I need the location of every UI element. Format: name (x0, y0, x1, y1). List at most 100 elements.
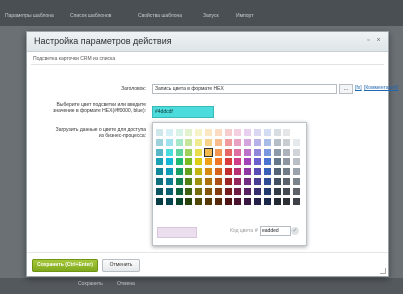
color-swatch[interactable] (156, 138, 163, 146)
color-swatch[interactable] (293, 158, 301, 166)
bg-tab-run[interactable]: Запуск (203, 13, 219, 19)
color-swatch[interactable] (165, 129, 173, 136)
color-swatch[interactable] (165, 187, 173, 195)
maximize-icon[interactable]: ▫ (365, 37, 372, 44)
hex-code-input[interactable]: eadded (260, 226, 291, 236)
color-swatch[interactable] (195, 187, 203, 195)
color-swatch[interactable] (273, 178, 281, 185)
color-swatch[interactable] (234, 129, 242, 136)
color-swatch[interactable] (156, 178, 163, 185)
color-swatch[interactable] (283, 129, 291, 136)
color-swatch[interactable] (185, 158, 193, 166)
color-swatch[interactable] (263, 158, 271, 166)
color-swatch[interactable] (165, 178, 173, 185)
color-swatch[interactable] (263, 197, 271, 205)
title-input[interactable]: Запись цвета в формате HEX (152, 84, 337, 94)
bg-save-button[interactable]: Сохранить (78, 281, 103, 287)
bg-cancel-button[interactable]: Отмена (117, 281, 135, 287)
color-swatch[interactable] (165, 158, 173, 166)
color-swatch[interactable] (244, 178, 252, 185)
color-swatch[interactable] (156, 129, 163, 136)
color-swatch[interactable] (195, 168, 203, 176)
color-swatch[interactable] (254, 158, 261, 166)
color-swatch[interactable] (214, 168, 222, 176)
color-swatch[interactable] (263, 148, 271, 156)
color-swatch[interactable] (205, 187, 212, 195)
color-swatch[interactable] (244, 129, 252, 136)
fx-link[interactable]: [fx] (355, 85, 362, 91)
color-swatch[interactable] (273, 148, 281, 156)
cancel-button[interactable]: Отменить (102, 259, 140, 272)
color-swatch[interactable] (185, 129, 193, 136)
color-swatch[interactable] (185, 197, 193, 205)
color-swatch[interactable] (234, 148, 242, 156)
color-swatch[interactable] (263, 138, 271, 146)
color-swatch[interactable] (293, 129, 301, 136)
color-swatch[interactable] (254, 148, 261, 156)
color-swatch[interactable] (205, 178, 212, 185)
color-swatch[interactable] (175, 197, 183, 205)
color-swatch[interactable] (293, 178, 301, 185)
color-swatch[interactable] (175, 148, 183, 156)
resize-handle-icon[interactable] (380, 268, 386, 274)
color-swatch[interactable] (185, 148, 193, 156)
color-swatch[interactable] (156, 158, 163, 166)
color-swatch[interactable] (273, 187, 281, 195)
color-swatch[interactable] (156, 197, 163, 205)
color-swatch[interactable] (165, 138, 173, 146)
color-swatch[interactable] (156, 187, 163, 195)
color-swatch[interactable] (254, 187, 261, 195)
color-swatch[interactable] (234, 168, 242, 176)
color-swatch[interactable] (254, 178, 261, 185)
color-swatch[interactable] (165, 148, 173, 156)
color-swatch[interactable] (283, 158, 291, 166)
color-swatch[interactable] (254, 197, 261, 205)
color-swatch[interactable] (293, 197, 301, 205)
color-swatch[interactable] (224, 197, 232, 205)
color-swatch[interactable] (195, 197, 203, 205)
color-swatch[interactable] (205, 197, 212, 205)
color-swatch[interactable] (244, 158, 252, 166)
color-swatch[interactable] (185, 187, 193, 195)
color-swatch[interactable] (214, 187, 222, 195)
color-swatch[interactable] (195, 158, 203, 166)
close-icon[interactable]: × (375, 37, 382, 44)
color-swatch[interactable] (244, 187, 252, 195)
color-swatch[interactable] (195, 148, 203, 156)
color-swatch[interactable] (224, 138, 232, 146)
bg-tab-template-props[interactable]: Свойства шаблона (138, 13, 182, 19)
color-swatch[interactable] (224, 158, 232, 166)
color-swatch[interactable] (244, 168, 252, 176)
save-button[interactable]: Сохранить (Ctrl+Enter) (32, 259, 98, 272)
color-swatch[interactable] (175, 138, 183, 146)
color-swatch[interactable] (234, 187, 242, 195)
color-swatch[interactable] (195, 178, 203, 185)
color-swatch[interactable] (293, 148, 301, 156)
color-swatch[interactable] (234, 138, 242, 146)
color-swatch[interactable] (214, 178, 222, 185)
color-swatch[interactable] (175, 129, 183, 136)
bg-tab-template-params[interactable]: Параметры шаблона (5, 13, 54, 19)
color-swatch[interactable] (214, 158, 222, 166)
color-swatch[interactable] (273, 168, 281, 176)
color-swatch[interactable] (234, 197, 242, 205)
color-swatch[interactable] (273, 129, 281, 136)
color-swatch[interactable] (214, 138, 222, 146)
color-swatch[interactable] (283, 197, 291, 205)
color-swatch[interactable] (283, 178, 291, 185)
color-swatch[interactable] (175, 187, 183, 195)
color-swatch[interactable] (185, 138, 193, 146)
check-icon[interactable]: ✓ (291, 227, 299, 235)
color-swatch[interactable] (204, 147, 213, 157)
color-swatch[interactable] (263, 187, 271, 195)
color-swatch[interactable] (293, 187, 301, 195)
color-swatch[interactable] (273, 158, 281, 166)
dialog-header[interactable]: Настройка параметров действия ▫ × (27, 32, 388, 52)
color-swatch[interactable] (263, 178, 271, 185)
color-swatch[interactable] (283, 187, 291, 195)
color-swatch[interactable] (244, 148, 252, 156)
color-swatch[interactable] (254, 129, 261, 136)
color-swatch[interactable] (283, 168, 291, 176)
color-swatch[interactable] (156, 168, 163, 176)
color-swatch[interactable] (244, 138, 252, 146)
